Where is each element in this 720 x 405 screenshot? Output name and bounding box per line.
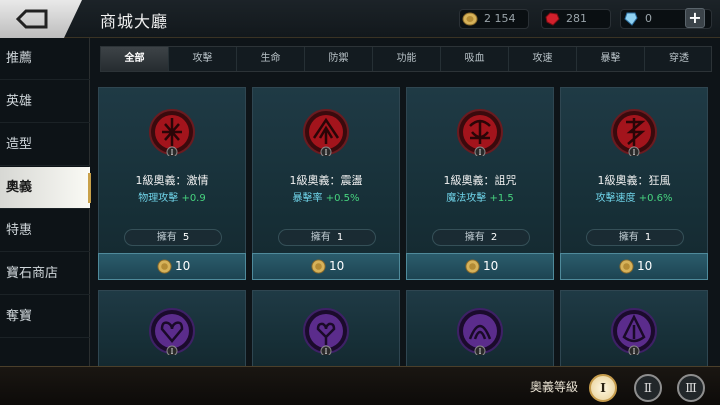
sidebar: 推薦 英雄 造型 奧義 特惠 寶石商店 奪寶 xyxy=(0,38,91,405)
card-name: 1級奧義：狂風 xyxy=(597,174,671,187)
gold-coin-value: 2 154 xyxy=(484,12,516,25)
sidebar-item-treasure[interactable]: 奪寶 xyxy=(0,296,90,338)
svg-text:I: I xyxy=(479,348,482,355)
page-title: 商城大廳 xyxy=(100,12,169,31)
arcana-card[interactable]: I xyxy=(98,290,246,370)
card-name: 1級奧義：詛咒 xyxy=(443,174,517,187)
card-name: 1級奧義：震盪 xyxy=(289,174,363,187)
top-bar: 商城大廳 2 154 281 0 + xyxy=(0,0,720,38)
arcana-card[interactable]: I 1級奧義：狂風 攻擊速度 +0.6% 擁有 1 10 xyxy=(560,87,708,280)
tab-defense[interactable]: 防禦 xyxy=(305,47,373,71)
category-tabs: 全部 攻擊 生命 防禦 功能 吸血 攻速 暴擊 穿透 xyxy=(100,46,712,72)
gold-coin-icon xyxy=(311,259,326,274)
svg-text:I: I xyxy=(633,149,636,156)
tab-attack-speed[interactable]: 攻速 xyxy=(509,47,577,71)
owned-count: 擁有 1 xyxy=(278,229,376,246)
red-arcana-emblem-icon: I xyxy=(457,109,503,156)
ruby-icon xyxy=(545,12,560,26)
owned-count: 擁有 5 xyxy=(124,229,222,246)
ruby-counter: 281 xyxy=(541,9,611,29)
level-3-button[interactable]: Ⅲ xyxy=(677,374,705,402)
sidebar-item-gem-shop[interactable]: 寶石商店 xyxy=(0,253,90,295)
gold-coin-icon xyxy=(157,259,172,274)
crystal-value: 0 xyxy=(645,12,652,25)
add-currency-button[interactable]: + xyxy=(685,8,705,28)
sidebar-item-arcana[interactable]: 奧義 xyxy=(0,167,91,209)
arcana-card[interactable]: I xyxy=(560,290,708,370)
card-stat: 魔法攻擊 +1.5 xyxy=(446,193,514,204)
gold-coin-icon xyxy=(465,259,480,274)
red-arcana-emblem-icon: I xyxy=(303,109,349,156)
arcana-card[interactable]: I 1級奧義：詛咒 魔法攻擊 +1.5 擁有 2 10 xyxy=(406,87,554,280)
svg-text:I: I xyxy=(633,348,636,355)
tab-lifesteal[interactable]: 吸血 xyxy=(441,47,509,71)
level-2-button[interactable]: Ⅱ xyxy=(634,374,662,402)
sidebar-item-deals[interactable]: 特惠 xyxy=(0,210,90,252)
red-arcana-emblem-icon: I xyxy=(611,109,657,156)
crystal-icon xyxy=(624,12,638,26)
tab-utility[interactable]: 功能 xyxy=(373,47,441,71)
tab-penetration[interactable]: 穿透 xyxy=(645,47,713,71)
gold-coin-counter: 2 154 xyxy=(459,9,529,29)
level-filter-bar: 奧義等級 Ⅰ Ⅱ Ⅲ xyxy=(0,366,720,405)
purple-arcana-emblem-icon: I xyxy=(611,308,657,355)
arcana-card[interactable]: I xyxy=(406,290,554,370)
arcana-card[interactable]: I 1級奧義：激情 物理攻擊 +0.9 擁有 5 10 xyxy=(98,87,246,280)
gold-coin-icon xyxy=(619,259,634,274)
arcana-card[interactable]: I 1級奧義：震盪 暴擊率 +0.5% 擁有 1 10 xyxy=(252,87,400,280)
svg-text:I: I xyxy=(171,149,174,156)
red-arcana-emblem-icon: I xyxy=(149,109,195,156)
tab-hp[interactable]: 生命 xyxy=(237,47,305,71)
buy-button[interactable]: 10 xyxy=(560,253,708,280)
arcana-card[interactable]: I xyxy=(252,290,400,370)
level-label: 奧義等級 xyxy=(530,380,579,394)
sidebar-item-heroes[interactable]: 英雄 xyxy=(0,81,90,123)
card-stat: 暴擊率 +0.5% xyxy=(292,193,360,204)
card-stat: 攻擊速度 +0.6% xyxy=(595,193,673,204)
tab-all[interactable]: 全部 xyxy=(101,47,169,71)
level-1-button[interactable]: Ⅰ xyxy=(589,374,617,402)
buy-button[interactable]: 10 xyxy=(406,253,554,280)
back-arrow-icon xyxy=(15,9,48,29)
gold-coin-icon xyxy=(462,12,478,26)
card-name: 1級奧義：激情 xyxy=(135,174,209,187)
buy-button[interactable]: 10 xyxy=(252,253,400,280)
owned-count: 擁有 1 xyxy=(586,229,684,246)
svg-text:I: I xyxy=(325,348,328,355)
purple-arcana-emblem-icon: I xyxy=(303,308,349,355)
sidebar-item-skins[interactable]: 造型 xyxy=(0,124,90,166)
ruby-value: 281 xyxy=(566,12,587,25)
purple-arcana-emblem-icon: I xyxy=(149,308,195,355)
tab-crit[interactable]: 暴擊 xyxy=(577,47,645,71)
buy-button[interactable]: 10 xyxy=(98,253,246,280)
svg-text:I: I xyxy=(325,149,328,156)
back-button[interactable] xyxy=(0,0,82,38)
card-stat: 物理攻擊 +0.9 xyxy=(138,193,206,204)
svg-text:I: I xyxy=(479,149,482,156)
purple-arcana-emblem-icon: I xyxy=(457,308,503,355)
owned-count: 擁有 2 xyxy=(432,229,530,246)
tab-attack[interactable]: 攻擊 xyxy=(169,47,237,71)
svg-text:I: I xyxy=(171,348,174,355)
sidebar-item-recommend[interactable]: 推薦 xyxy=(0,38,90,80)
